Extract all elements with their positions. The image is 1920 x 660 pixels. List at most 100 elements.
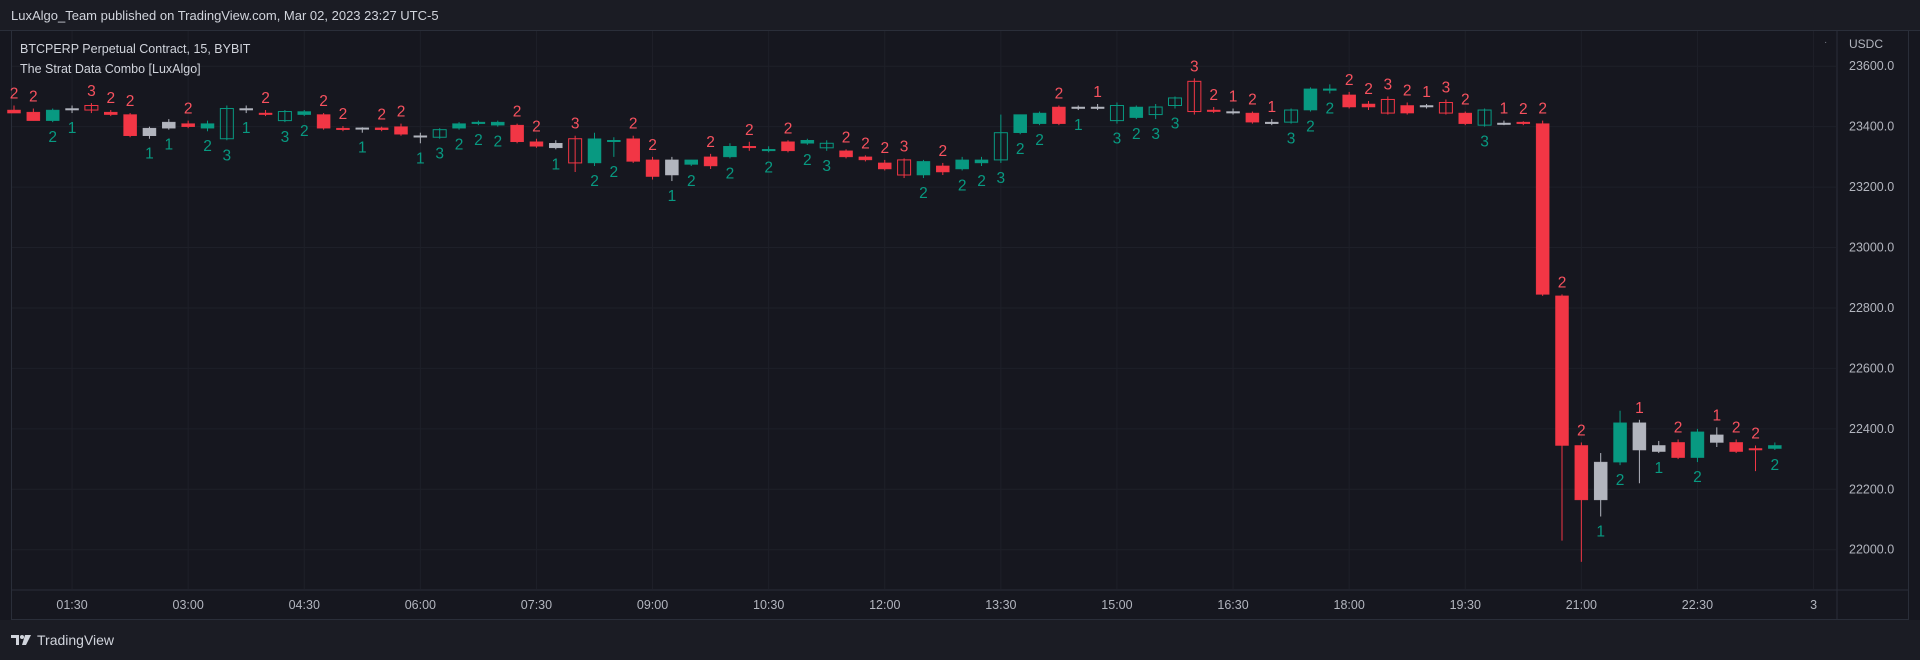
strat-label: 3 [281, 129, 290, 146]
candle-body[interactable] [123, 114, 137, 136]
time-tick-label: 16:30 [1217, 598, 1248, 612]
candle-body[interactable] [800, 140, 815, 144]
candle-body[interactable] [974, 159, 989, 164]
candle-body[interactable] [645, 159, 660, 177]
candle-body[interactable] [200, 123, 215, 129]
candle-body[interactable] [162, 121, 176, 129]
strat-label: 2 [1209, 87, 1218, 104]
candle-body[interactable] [703, 156, 718, 167]
candle-body[interactable] [684, 159, 698, 165]
candle-body[interactable] [1710, 434, 1724, 443]
candle-body[interactable] [491, 121, 505, 126]
candle-body[interactable] [142, 127, 157, 136]
candle-body[interactable] [510, 124, 524, 143]
candle-body[interactable] [607, 140, 621, 143]
candle-body[interactable] [65, 108, 79, 111]
time-tick-label: 12:00 [869, 598, 900, 612]
candle-body[interactable] [1342, 94, 1356, 108]
candle-body[interactable] [1323, 88, 1337, 91]
candle-body[interactable] [316, 114, 331, 129]
candle-body[interactable] [1613, 422, 1627, 463]
strat-label: 3 [1151, 126, 1160, 143]
candle-body[interactable] [1593, 461, 1608, 501]
candle-body[interactable] [452, 123, 466, 129]
candle-body[interactable] [1013, 114, 1027, 133]
candle-body[interactable] [839, 150, 853, 158]
symbol-line[interactable]: BTCPERP Perpetual Contract, 15, BYBIT [20, 39, 250, 59]
settings-dot-icon[interactable]: · [1824, 37, 1827, 48]
strat-label: 2 [1674, 419, 1683, 436]
price-tick-label: 22800.0 [1849, 301, 1894, 315]
strat-label: 2 [784, 120, 793, 137]
strat-label: 2 [1248, 92, 1257, 109]
candle-body[interactable] [1535, 123, 1550, 295]
candle-body[interactable] [1361, 103, 1376, 108]
candle-body[interactable] [297, 111, 311, 115]
candle-body[interactable] [1265, 121, 1279, 124]
candle-body[interactable] [1090, 106, 1105, 109]
candle-body[interactable] [45, 109, 60, 121]
candle-body[interactable] [1555, 295, 1569, 446]
candle-body[interactable] [761, 149, 776, 152]
time-axis[interactable]: 01:30 03:00 04:30 06:00 07:30 09:00 10:30 12:00… [56, 598, 1817, 612]
candle-body[interactable] [1497, 122, 1511, 125]
candle-body[interactable] [336, 127, 350, 130]
candle-body[interactable] [955, 159, 969, 170]
candle-body[interactable] [936, 165, 950, 173]
strat-label: 2 [1693, 469, 1702, 486]
price-tick-label: 23600.0 [1849, 59, 1894, 73]
candle-body[interactable] [1729, 442, 1743, 452]
candle-body[interactable] [26, 111, 41, 121]
candle-body[interactable] [239, 108, 253, 111]
candle-body[interactable] [723, 146, 737, 158]
candle-body[interactable] [1226, 111, 1240, 114]
candle-body[interactable] [1671, 442, 1685, 458]
candle-body[interactable] [878, 162, 892, 170]
candle-body[interactable] [549, 143, 563, 149]
candle-body[interactable] [258, 112, 273, 115]
candle-body[interactable] [1032, 112, 1047, 124]
candle-body[interactable] [394, 126, 408, 135]
candle-body[interactable] [665, 159, 679, 176]
candle-body[interactable] [7, 109, 21, 114]
time-tick-label: 01:30 [56, 598, 87, 612]
strat-label: 2 [938, 143, 947, 160]
candle-body[interactable] [916, 161, 931, 176]
candle-body[interactable] [781, 141, 795, 152]
candle-body[interactable] [1129, 106, 1144, 118]
candle-body[interactable] [181, 123, 195, 127]
candle-body[interactable] [1419, 105, 1434, 108]
candle-body[interactable] [1245, 112, 1260, 123]
candle-body[interactable] [355, 127, 370, 130]
candle-body[interactable] [626, 138, 640, 162]
candle-body[interactable] [104, 111, 118, 115]
candle-body[interactable] [1748, 448, 1763, 451]
candle-body[interactable] [1052, 106, 1066, 124]
candle-body[interactable] [413, 135, 428, 138]
candle-body[interactable] [471, 121, 486, 124]
candle-body[interactable] [1652, 445, 1666, 452]
candle-body[interactable] [1458, 112, 1472, 124]
indicator-line[interactable]: The Strat Data Combo [LuxAlgo] [20, 59, 250, 79]
candle-body[interactable] [1303, 88, 1318, 111]
candle-body[interactable] [1071, 106, 1085, 109]
candle-body[interactable] [1400, 105, 1414, 114]
candle-body[interactable] [1768, 445, 1782, 449]
tradingview-brand[interactable]: TradingView [11, 632, 114, 648]
candle-body[interactable] [1516, 121, 1531, 124]
price-axis[interactable]: 23600.0 23400.0 23200.0 23000.0 22800.0 22600… [1849, 59, 1894, 557]
candle-body[interactable] [529, 141, 544, 147]
strat-label: 2 [1771, 457, 1780, 474]
strat-label: 2 [339, 106, 348, 123]
candle-body[interactable] [587, 138, 602, 164]
candle-body[interactable] [742, 146, 757, 149]
price-tick-label: 23000.0 [1849, 241, 1894, 255]
candle-body[interactable] [1574, 445, 1589, 501]
candle-body[interactable] [374, 127, 389, 130]
candle-body[interactable] [858, 156, 873, 161]
candlestick-chart[interactable]: 2 2213 2 211223123 22212 21 32 2 222132222122222… [0, 0, 1920, 620]
candle-body[interactable] [1690, 431, 1705, 458]
strat-label: 1 [1500, 101, 1509, 118]
candle-body[interactable] [1632, 422, 1647, 451]
candle-body[interactable] [1206, 109, 1221, 112]
